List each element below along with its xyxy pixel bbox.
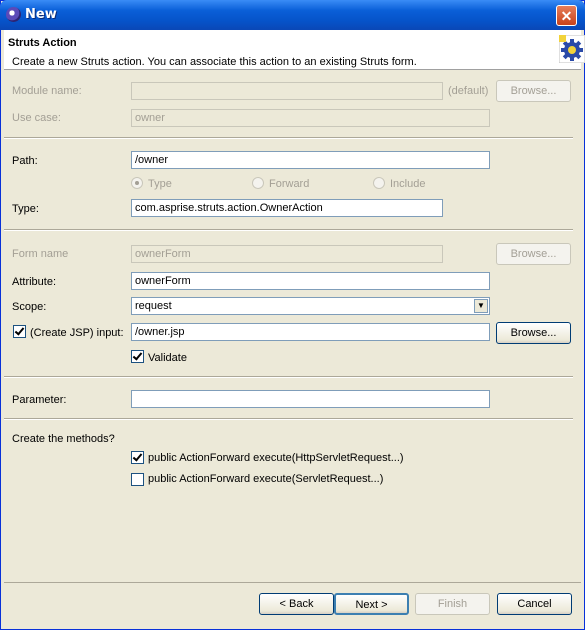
module-name-field[interactable] xyxy=(131,82,443,100)
cancel-button[interactable]: Cancel xyxy=(497,593,572,615)
wizard-header: Struts Action Create a new Struts action… xyxy=(4,30,585,70)
execute-servlet-label: public ActionForward execute(ServletRequ… xyxy=(148,473,384,485)
scope-label: Scope: xyxy=(12,301,47,313)
execute-servlet-checkbox[interactable] xyxy=(131,473,144,486)
forward-radio-label: Forward xyxy=(269,178,310,190)
window-title: New xyxy=(25,7,57,22)
separator xyxy=(4,418,573,420)
separator xyxy=(4,376,573,378)
create-jsp-label: (Create JSP) input: xyxy=(30,327,124,339)
path-label: Path: xyxy=(12,155,38,167)
attribute-field[interactable]: ownerForm xyxy=(131,272,490,290)
struts-wizard-icon xyxy=(559,35,585,63)
input-browse-button[interactable]: Browse... xyxy=(496,322,571,344)
button-bar-separator xyxy=(4,582,581,583)
use-case-field[interactable]: owner xyxy=(131,109,490,127)
parameter-field[interactable] xyxy=(131,390,490,408)
execute-http-label: public ActionForward execute(HttpServlet… xyxy=(148,452,404,464)
back-button[interactable]: < Back xyxy=(259,593,334,615)
next-button[interactable]: Next > xyxy=(334,593,409,615)
form-name-label: Form name xyxy=(12,248,69,260)
scope-select[interactable]: request ▼ xyxy=(131,297,490,315)
methods-label: Create the methods? xyxy=(12,433,115,445)
page-description: Create a new Struts action. You can asso… xyxy=(12,56,417,68)
title-bar[interactable]: New ✕ xyxy=(0,0,585,30)
forward-radio[interactable] xyxy=(252,177,264,189)
finish-button[interactable]: Finish xyxy=(415,593,490,615)
validate-checkbox[interactable] xyxy=(131,350,144,363)
separator xyxy=(4,137,573,139)
use-case-label: Use case: xyxy=(12,112,61,124)
attribute-label: Attribute: xyxy=(12,276,57,288)
form-name-field[interactable]: ownerForm xyxy=(131,245,443,263)
validate-label: Validate xyxy=(148,352,187,364)
scope-value: request xyxy=(135,300,172,312)
close-button[interactable]: ✕ xyxy=(556,5,577,26)
type-radio[interactable] xyxy=(131,177,143,189)
page-title: Struts Action xyxy=(8,37,77,49)
path-field[interactable]: /owner xyxy=(131,151,490,169)
type-radio-label: Type xyxy=(148,178,172,190)
parameter-label: Parameter: xyxy=(12,394,67,406)
eclipse-icon xyxy=(6,7,21,22)
form-browse-button[interactable]: Browse... xyxy=(496,243,571,265)
type-label: Type: xyxy=(12,203,39,215)
separator xyxy=(4,229,573,231)
execute-http-checkbox[interactable] xyxy=(131,451,144,464)
module-default-label: (default) xyxy=(448,85,489,97)
input-field[interactable]: /owner.jsp xyxy=(131,323,490,341)
include-radio[interactable] xyxy=(373,177,385,189)
module-browse-button[interactable]: Browse... xyxy=(496,80,571,102)
module-name-label: Module name: xyxy=(12,85,82,97)
create-jsp-checkbox[interactable] xyxy=(13,325,26,338)
chevron-down-icon[interactable]: ▼ xyxy=(474,299,488,313)
type-field[interactable]: com.asprise.struts.action.OwnerAction xyxy=(131,199,443,217)
include-radio-label: Include xyxy=(390,178,426,190)
